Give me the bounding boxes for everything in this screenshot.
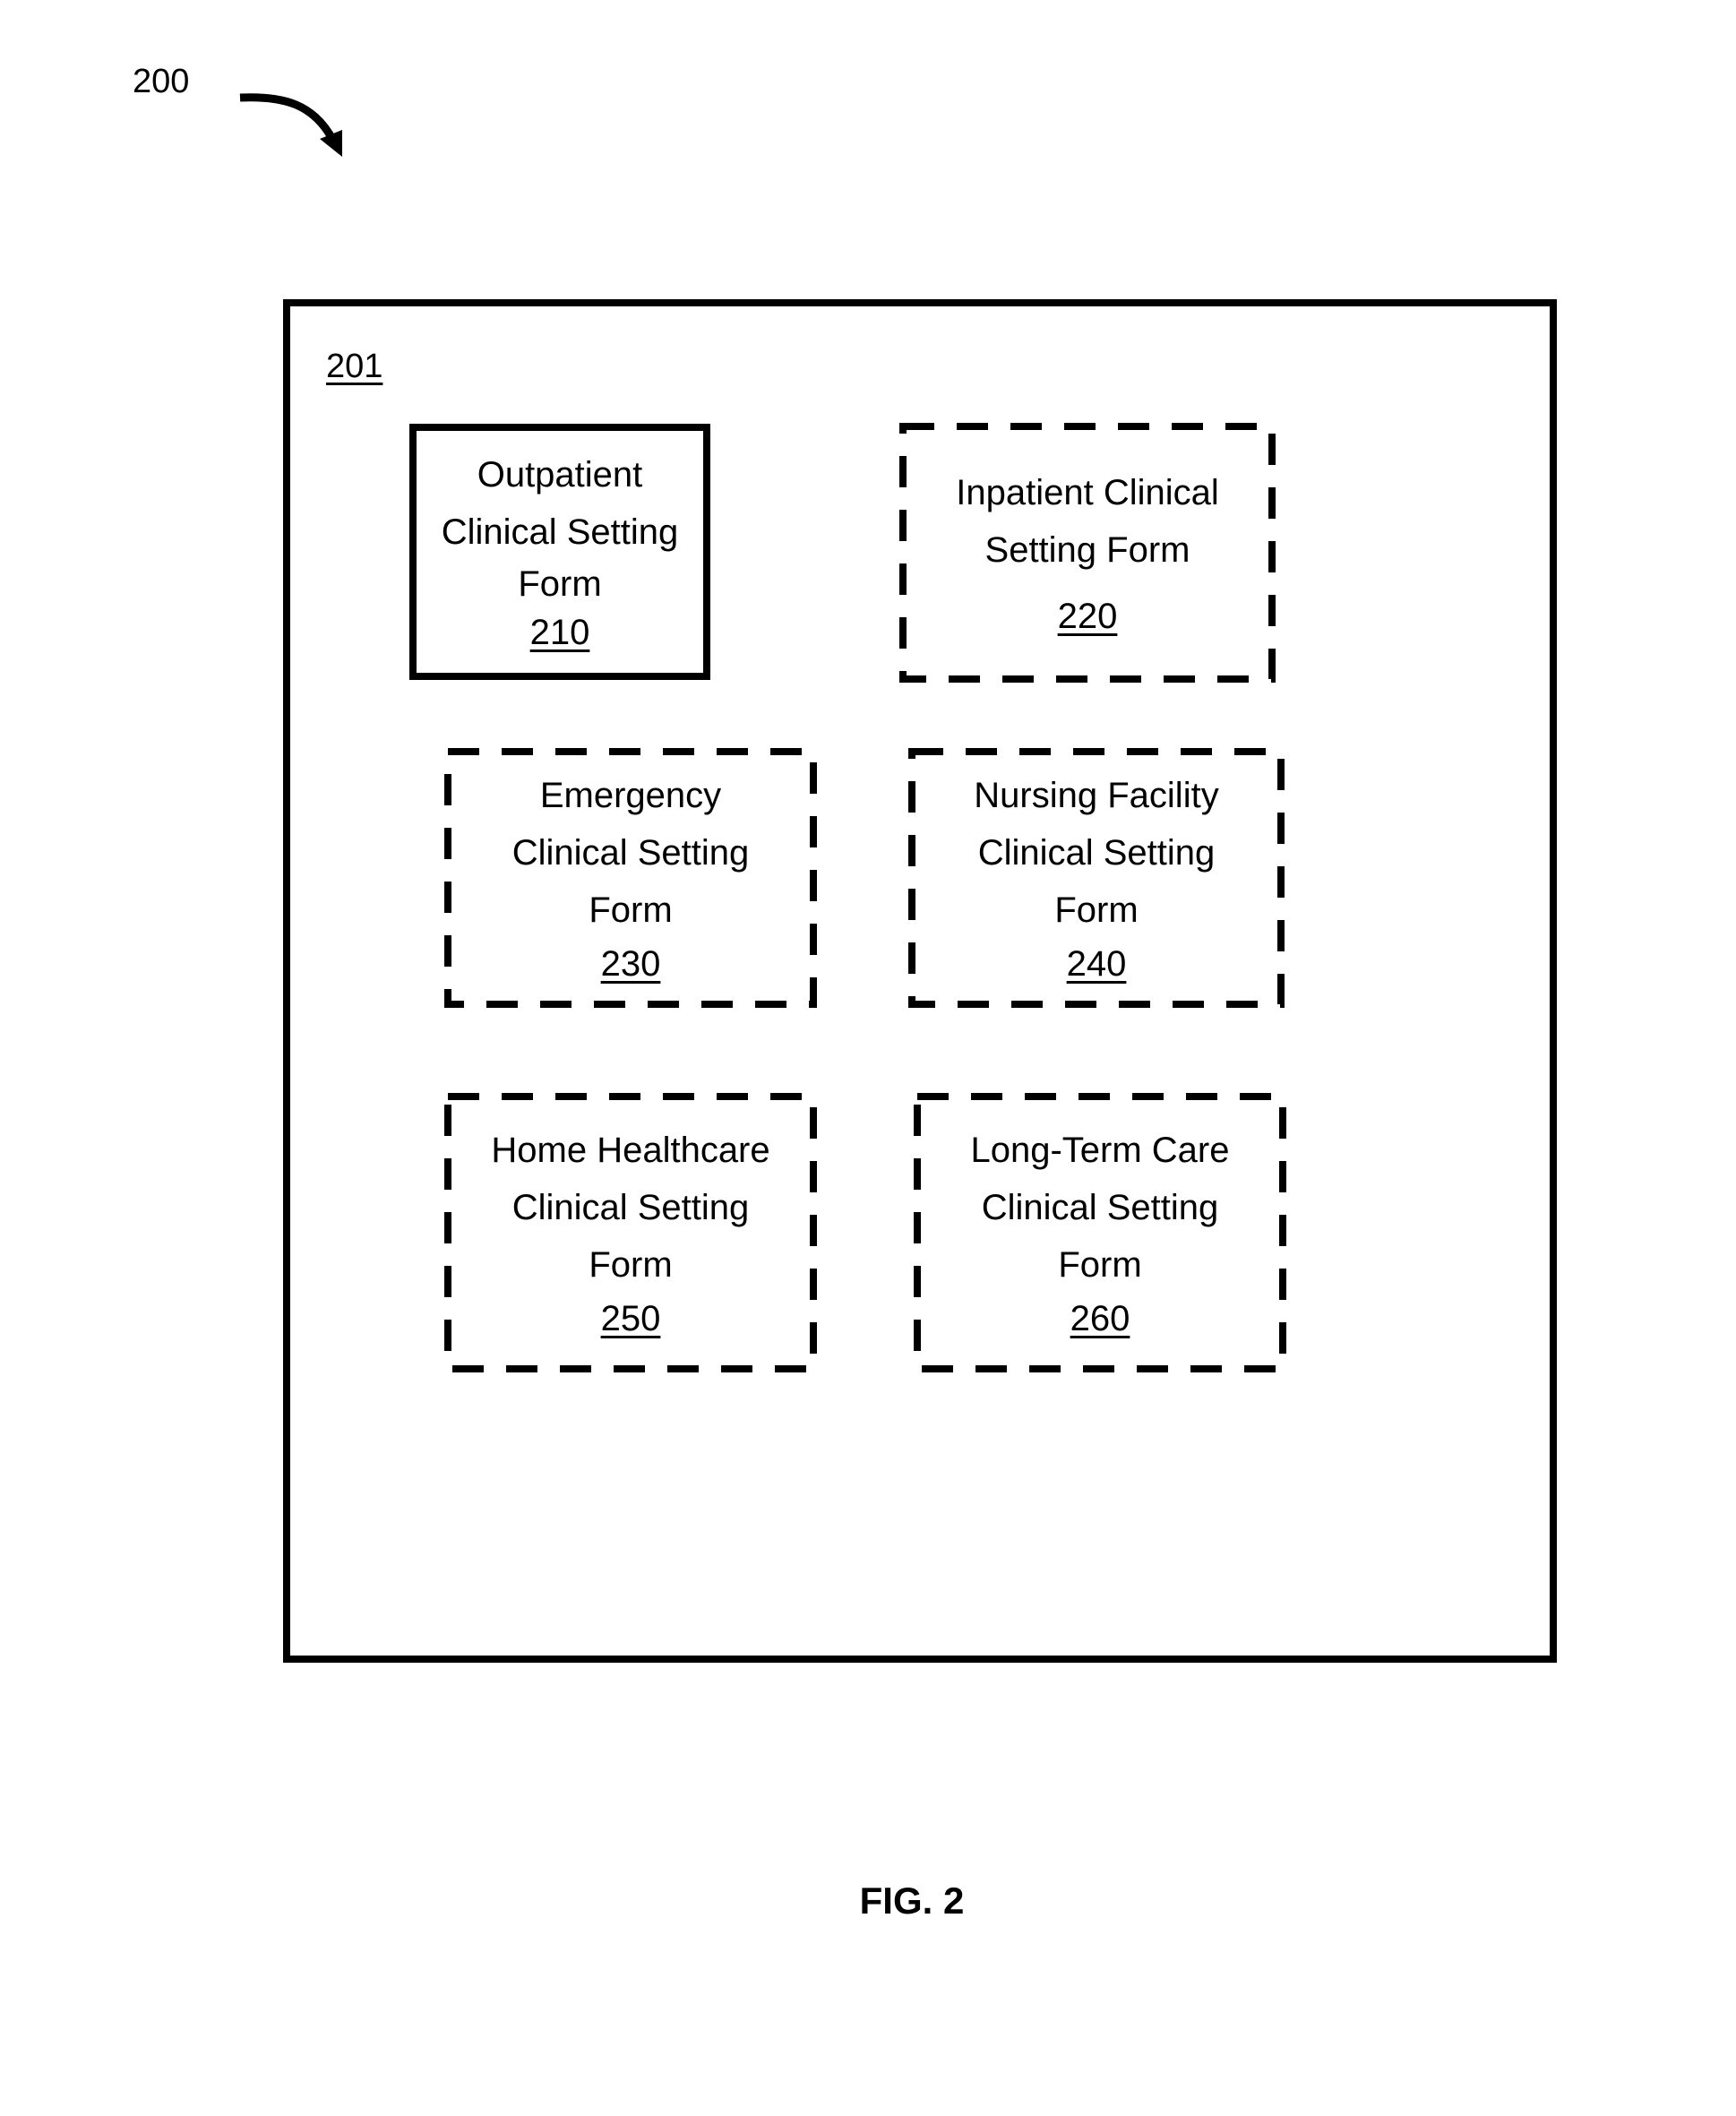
form-reference-number: 240 [1066, 944, 1127, 984]
form-title-line: Clinical Setting [981, 1188, 1219, 1227]
form-title-line: Form [1058, 1245, 1142, 1285]
inpatient-clinical-setting-form[interactable]: Inpatient Clinical Setting Form 220 [899, 423, 1276, 683]
form-title-line: Home Healthcare [491, 1131, 770, 1170]
form-reference-number: 230 [600, 944, 661, 984]
home-healthcare-clinical-setting-form[interactable]: Home Healthcare Clinical Setting Form 25… [444, 1093, 817, 1372]
form-title-line: Inpatient Clinical [956, 473, 1219, 512]
long-term-care-clinical-setting-form[interactable]: Long-Term Care Clinical Setting Form 260 [914, 1093, 1286, 1372]
form-reference-number: 220 [1057, 597, 1118, 636]
form-title-line: Clinical Setting [441, 512, 679, 552]
form-title-line: Setting Form [984, 530, 1190, 570]
form-title-line: Clinical Setting [511, 833, 750, 873]
form-reference-number: 260 [1070, 1299, 1130, 1338]
form-reference-number: 250 [600, 1299, 661, 1338]
form-title-line: Nursing Facility [974, 776, 1219, 815]
nursing-facility-clinical-setting-form[interactable]: Nursing Facility Clinical Setting Form 2… [908, 748, 1285, 1008]
form-title-line: Form [589, 890, 673, 930]
curved-arrow-icon [239, 93, 342, 157]
form-title-line: Emergency [539, 776, 722, 815]
figure-reference-number: 200 [133, 63, 190, 100]
figure-caption: FIG. 2 [859, 1879, 965, 1922]
form-title-line: Form [518, 564, 602, 604]
emergency-clinical-setting-form[interactable]: Emergency Clinical Setting Form 230 [444, 748, 817, 1008]
form-title-line: Form [1054, 890, 1139, 930]
container-reference-number: 201 [326, 348, 383, 385]
form-title-line: Outpatient [477, 455, 643, 495]
form-title-line: Clinical Setting [977, 833, 1216, 873]
form-reference-number: 210 [529, 613, 590, 652]
form-title-line: Long-Term Care [970, 1131, 1230, 1170]
outpatient-clinical-setting-form[interactable]: Outpatient Clinical Setting Form 210 [409, 424, 710, 680]
form-title-line: Clinical Setting [511, 1188, 750, 1227]
form-title-line: Form [589, 1245, 673, 1285]
